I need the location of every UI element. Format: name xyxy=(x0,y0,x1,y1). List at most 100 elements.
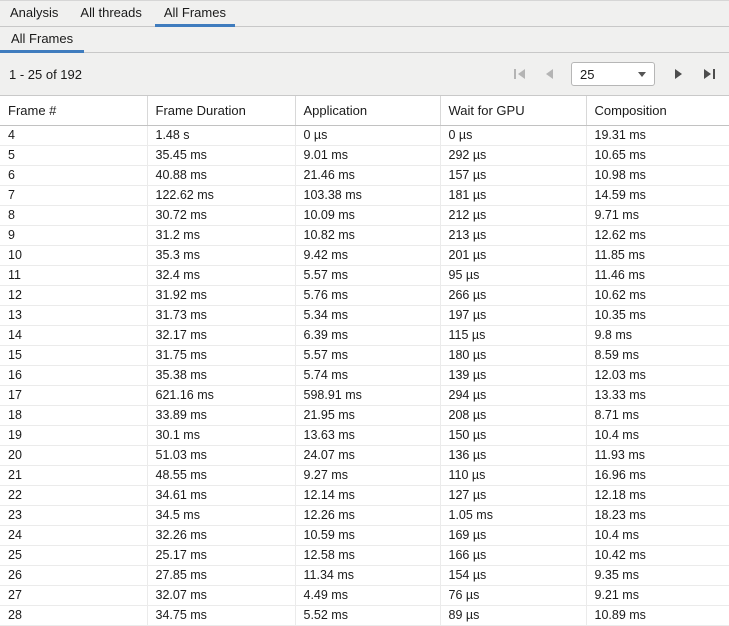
table-cell: 11.93 ms xyxy=(586,445,729,465)
table-cell: 12 xyxy=(0,285,147,305)
table-cell: 23 xyxy=(0,505,147,525)
table-cell: 5.57 ms xyxy=(295,265,440,285)
subtab-all-frames[interactable]: All Frames xyxy=(0,27,84,53)
table-row[interactable]: 2234.61 ms12.14 ms127 µs12.18 ms xyxy=(0,485,729,505)
previous-page-button xyxy=(537,62,561,86)
table-cell: 48.55 ms xyxy=(147,465,295,485)
table-row[interactable]: 1635.38 ms5.74 ms139 µs12.03 ms xyxy=(0,365,729,385)
table-cell: 10.09 ms xyxy=(295,205,440,225)
table-cell: 139 µs xyxy=(440,365,586,385)
table-row[interactable]: 2148.55 ms9.27 ms110 µs16.96 ms xyxy=(0,465,729,485)
table-row[interactable]: 2432.26 ms10.59 ms169 µs10.4 ms xyxy=(0,525,729,545)
table-row[interactable]: 1331.73 ms5.34 ms197 µs10.35 ms xyxy=(0,305,729,325)
table-row[interactable]: 17621.16 ms598.91 ms294 µs13.33 ms xyxy=(0,385,729,405)
table-cell: 18.23 ms xyxy=(586,505,729,525)
table-row[interactable]: 640.88 ms21.46 ms157 µs10.98 ms xyxy=(0,165,729,185)
table-row[interactable]: 1132.4 ms5.57 ms95 µs11.46 ms xyxy=(0,265,729,285)
column-header-wait-for-gpu[interactable]: Wait for GPU xyxy=(440,96,586,125)
table-cell: 115 µs xyxy=(440,325,586,345)
table-cell: 127 µs xyxy=(440,485,586,505)
pager-controls: 25 xyxy=(501,62,721,86)
table-row[interactable]: 1432.17 ms6.39 ms115 µs9.8 ms xyxy=(0,325,729,345)
table-cell: 4.49 ms xyxy=(295,585,440,605)
table-row[interactable]: 2334.5 ms12.26 ms1.05 ms18.23 ms xyxy=(0,505,729,525)
table-cell: 169 µs xyxy=(440,525,586,545)
table-cell: 180 µs xyxy=(440,345,586,365)
table-cell: 32.17 ms xyxy=(147,325,295,345)
column-header-composition[interactable]: Composition xyxy=(586,96,729,125)
table-cell: 5 xyxy=(0,145,147,165)
table-cell: 9.8 ms xyxy=(586,325,729,345)
table-row[interactable]: 7122.62 ms103.38 ms181 µs14.59 ms xyxy=(0,185,729,205)
table-cell: 12.58 ms xyxy=(295,545,440,565)
next-page-button[interactable] xyxy=(667,62,691,86)
table-cell: 22 xyxy=(0,485,147,505)
table-row[interactable]: 931.2 ms10.82 ms213 µs12.62 ms xyxy=(0,225,729,245)
table-row[interactable]: 1833.89 ms21.95 ms208 µs8.71 ms xyxy=(0,405,729,425)
table-cell: 32.4 ms xyxy=(147,265,295,285)
table-cell: 14.59 ms xyxy=(586,185,729,205)
table-cell: 17 xyxy=(0,385,147,405)
table-row[interactable]: 2051.03 ms24.07 ms136 µs11.93 ms xyxy=(0,445,729,465)
column-header-application[interactable]: Application xyxy=(295,96,440,125)
table-cell: 31.73 ms xyxy=(147,305,295,325)
table-cell: 10.42 ms xyxy=(586,545,729,565)
column-header-frame-duration[interactable]: Frame Duration xyxy=(147,96,295,125)
sub-tab-bar: All Frames xyxy=(0,27,729,53)
table-cell: 16.96 ms xyxy=(586,465,729,485)
table-row[interactable]: 2525.17 ms12.58 ms166 µs10.42 ms xyxy=(0,545,729,565)
table-cell: 27.85 ms xyxy=(147,565,295,585)
table-cell: 10.35 ms xyxy=(586,305,729,325)
first-page-icon xyxy=(513,68,526,80)
first-page-button xyxy=(507,62,531,86)
table-row[interactable]: 1035.3 ms9.42 ms201 µs11.85 ms xyxy=(0,245,729,265)
table-cell: 9.42 ms xyxy=(295,245,440,265)
last-page-button[interactable] xyxy=(697,62,721,86)
table-cell: 166 µs xyxy=(440,545,586,565)
table-cell: 154 µs xyxy=(440,565,586,585)
table-row[interactable]: 2834.75 ms5.52 ms89 µs10.89 ms xyxy=(0,605,729,625)
table-cell: 110 µs xyxy=(440,465,586,485)
table-cell: 19.31 ms xyxy=(586,125,729,145)
table-cell: 24 xyxy=(0,525,147,545)
table-cell: 7 xyxy=(0,185,147,205)
table-cell: 9.71 ms xyxy=(586,205,729,225)
table-cell: 11.46 ms xyxy=(586,265,729,285)
tab-analysis[interactable]: Analysis xyxy=(1,1,67,27)
pagination-bar: 1 - 25 of 192 25 xyxy=(0,53,729,96)
table-cell: 20 xyxy=(0,445,147,465)
table-row[interactable]: 2627.85 ms11.34 ms154 µs9.35 ms xyxy=(0,565,729,585)
table-row[interactable]: 1231.92 ms5.76 ms266 µs10.62 ms xyxy=(0,285,729,305)
table-cell: 5.74 ms xyxy=(295,365,440,385)
table-row[interactable]: 41.48 s0 µs0 µs19.31 ms xyxy=(0,125,729,145)
table-cell: 5.34 ms xyxy=(295,305,440,325)
table-cell: 21.46 ms xyxy=(295,165,440,185)
table-cell: 292 µs xyxy=(440,145,586,165)
table-row[interactable]: 535.45 ms9.01 ms292 µs10.65 ms xyxy=(0,145,729,165)
table-cell: 32.07 ms xyxy=(147,585,295,605)
page-size-select[interactable]: 25 xyxy=(571,62,655,86)
table-cell: 13 xyxy=(0,305,147,325)
table-cell: 9 xyxy=(0,225,147,245)
tab-all-frames[interactable]: All Frames xyxy=(155,1,235,27)
table-cell: 213 µs xyxy=(440,225,586,245)
table-cell: 136 µs xyxy=(440,445,586,465)
column-header-frame[interactable]: Frame # xyxy=(0,96,147,125)
tab-all-threads[interactable]: All threads xyxy=(71,1,150,27)
table-row[interactable]: 1930.1 ms13.63 ms150 µs10.4 ms xyxy=(0,425,729,445)
table-cell: 8 xyxy=(0,205,147,225)
table-cell: 598.91 ms xyxy=(295,385,440,405)
table-cell: 122.62 ms xyxy=(147,185,295,205)
table-cell: 13.33 ms xyxy=(586,385,729,405)
table-cell: 34.5 ms xyxy=(147,505,295,525)
table-cell: 35.45 ms xyxy=(147,145,295,165)
table-cell: 10.59 ms xyxy=(295,525,440,545)
table-row[interactable]: 1531.75 ms5.57 ms180 µs8.59 ms xyxy=(0,345,729,365)
table-cell: 18 xyxy=(0,405,147,425)
table-cell: 76 µs xyxy=(440,585,586,605)
table-cell: 10.89 ms xyxy=(586,605,729,625)
table-cell: 31.92 ms xyxy=(147,285,295,305)
table-row[interactable]: 2732.07 ms4.49 ms76 µs9.21 ms xyxy=(0,585,729,605)
table-row[interactable]: 830.72 ms10.09 ms212 µs9.71 ms xyxy=(0,205,729,225)
table-cell: 10.4 ms xyxy=(586,525,729,545)
